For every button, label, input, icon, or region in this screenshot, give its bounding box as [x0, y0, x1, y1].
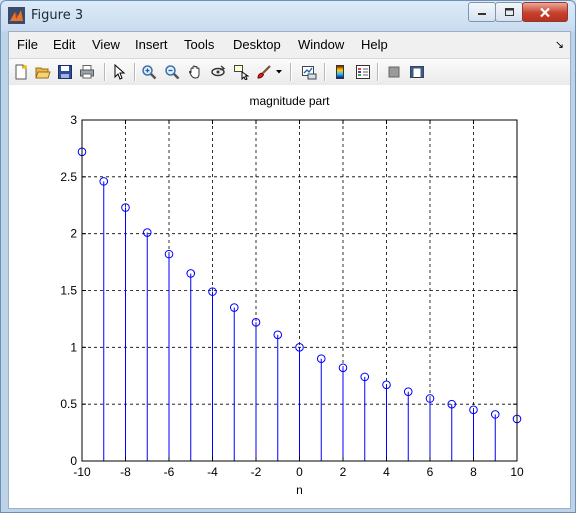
stem-plot[interactable]: -10 -8 -6 -4 -2 0 2 4 6 8 1000.511.522.53n — [9, 85, 570, 508]
data-cursor-button[interactable] — [231, 62, 251, 82]
brush-dropdown-button[interactable] — [273, 62, 285, 82]
open-file-icon — [35, 67, 51, 79]
brush-button[interactable] — [254, 62, 274, 82]
figure-canvas: magnitude part -10 -8 -6 -4 -2 0 2 4 6 8 10 0 0.5 1 1.… — [9, 85, 570, 508]
chevron-down-icon — [276, 70, 282, 74]
edit-plot-pointer-icon — [114, 64, 126, 80]
x-tick-label: -6 — [164, 465, 175, 479]
new-figure-icon — [15, 64, 27, 80]
menu-edit[interactable]: Edit — [53, 37, 75, 52]
close-icon — [540, 7, 550, 17]
minimize-button[interactable] — [468, 2, 496, 22]
figure-window: Figure 3 File Edit View Insert Tools Des… — [0, 0, 576, 513]
x-tick-label: 4 — [383, 465, 390, 479]
x-tick-label: 6 — [427, 465, 434, 479]
title-bar[interactable]: Figure 3 — [1, 1, 575, 31]
brush-icon — [257, 65, 271, 79]
toolbar-separator — [377, 63, 379, 81]
menu-insert[interactable]: Insert — [135, 37, 168, 52]
menu-view[interactable]: View — [92, 37, 120, 52]
toolbar-separator — [290, 63, 292, 81]
hide-plot-tools-button[interactable] — [384, 62, 404, 82]
x-tick-label: 10 — [510, 465, 524, 479]
toolbar-separator — [134, 63, 136, 81]
minimize-icon — [478, 13, 486, 15]
print-button[interactable] — [77, 62, 97, 82]
y-tick-label: 0 — [70, 454, 77, 468]
y-tick-label: 2 — [70, 227, 77, 241]
show-plot-tools-icon — [410, 66, 424, 78]
legend-button[interactable] — [353, 62, 373, 82]
open-file-button[interactable] — [33, 62, 53, 82]
maximize-icon — [504, 8, 514, 16]
link-plot-button[interactable] — [299, 62, 319, 82]
y-tick-label: 3 — [70, 113, 77, 127]
link-plot-icon — [302, 66, 317, 80]
menu-tools[interactable]: Tools — [184, 37, 214, 52]
matlab-icon — [8, 7, 25, 24]
edit-plot-button[interactable] — [109, 62, 129, 82]
x-tick-label: 0 — [296, 465, 303, 479]
zoom-in-button[interactable] — [139, 62, 159, 82]
colorbar-icon — [336, 65, 344, 79]
colorbar-button[interactable] — [330, 62, 350, 82]
y-tick-label: 2.5 — [60, 170, 77, 184]
x-axis-label: n — [296, 483, 303, 497]
y-tick-label: 1.5 — [60, 284, 77, 298]
data-cursor-icon — [234, 65, 249, 80]
show-plot-tools-button[interactable] — [407, 62, 427, 82]
dock-arrow-icon[interactable]: ↘ — [555, 38, 564, 51]
window-title: Figure 3 — [31, 8, 84, 23]
zoom-out-icon — [165, 65, 180, 80]
pan-button[interactable] — [185, 62, 205, 82]
hide-plot-tools-icon — [388, 66, 400, 78]
rotate-3d-icon — [211, 65, 226, 77]
x-tick-label: -2 — [251, 465, 262, 479]
x-tick-label: 2 — [340, 465, 347, 479]
client-area: File Edit View Insert Tools Desktop Wind… — [8, 31, 571, 509]
menu-bar: File Edit View Insert Tools Desktop Wind… — [9, 32, 570, 56]
maximize-button[interactable] — [495, 2, 523, 22]
toolbar-separator — [104, 63, 106, 81]
print-icon — [80, 65, 94, 79]
menu-file[interactable]: File — [17, 37, 38, 52]
x-tick-label: -8 — [120, 465, 131, 479]
y-tick-label: 1 — [70, 340, 77, 354]
new-figure-button[interactable] — [11, 62, 31, 82]
figure-toolbar — [9, 58, 570, 86]
close-button[interactable] — [522, 2, 568, 22]
save-button[interactable] — [55, 62, 75, 82]
save-icon — [58, 65, 72, 79]
pan-hand-icon — [188, 65, 200, 79]
x-tick-label: 8 — [470, 465, 477, 479]
y-tick-label: 0.5 — [60, 397, 77, 411]
legend-icon — [356, 65, 370, 79]
toolbar-separator — [324, 63, 326, 81]
menu-help[interactable]: Help — [361, 37, 388, 52]
zoom-in-icon — [142, 65, 157, 80]
x-tick-label: -4 — [207, 465, 218, 479]
zoom-out-button[interactable] — [162, 62, 182, 82]
rotate-3d-button[interactable] — [208, 62, 228, 82]
menu-window[interactable]: Window — [298, 37, 344, 52]
menu-desktop[interactable]: Desktop — [233, 37, 281, 52]
